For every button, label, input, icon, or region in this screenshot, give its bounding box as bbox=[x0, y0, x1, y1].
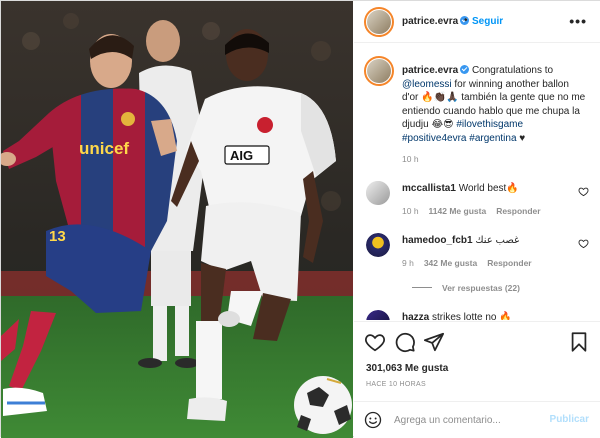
caption-avatar[interactable] bbox=[364, 56, 394, 86]
comment-timestamp[interactable]: 9 h bbox=[402, 258, 414, 268]
comment-heart-icon[interactable] bbox=[578, 238, 589, 249]
hashtag-link[interactable]: #ilovethisgame bbox=[456, 119, 523, 130]
reply-button[interactable]: Responder bbox=[496, 206, 540, 216]
barca-sponsor-text: unicef bbox=[79, 139, 129, 158]
comment-username[interactable]: mccallista1 bbox=[402, 183, 456, 194]
caption-username[interactable]: patrice.evra bbox=[402, 65, 458, 76]
comment-avatar[interactable] bbox=[366, 233, 390, 257]
author-avatar[interactable] bbox=[364, 7, 394, 37]
comments-list[interactable]: patrice.evra Congratulations to @leomess… bbox=[354, 44, 600, 320]
comment-bubble-icon[interactable] bbox=[394, 331, 416, 353]
publish-button[interactable]: Publicar bbox=[550, 414, 589, 425]
comment-avatar[interactable] bbox=[366, 181, 390, 205]
reply-button[interactable]: Responder bbox=[487, 258, 531, 268]
comment-meta: 9 h 342 Me gusta Responder bbox=[402, 258, 542, 268]
posted-time[interactable]: HACE 10 HORAS bbox=[366, 381, 426, 388]
post-sidebar: patrice.evra • Seguir ••• patrice.evra C… bbox=[354, 1, 600, 438]
post-caption: patrice.evra Congratulations to @leomess… bbox=[402, 64, 588, 145]
smiley-icon[interactable] bbox=[364, 411, 382, 429]
comment-timestamp[interactable]: 10 h bbox=[402, 206, 419, 216]
caption-text-1: Congratulations to bbox=[471, 65, 554, 76]
hashtag-link[interactable]: #argentina bbox=[469, 133, 516, 144]
united-sponsor-text: AIG bbox=[230, 148, 253, 163]
comment-username[interactable]: hamedoo_fcb1 bbox=[402, 235, 473, 246]
caption-timestamp: 10 h bbox=[402, 154, 419, 164]
comment-meta: 10 h 1142 Me gusta Responder bbox=[402, 206, 551, 216]
bookmark-icon[interactable] bbox=[568, 331, 590, 353]
likes-count[interactable]: 301,063 Me gusta bbox=[366, 363, 448, 374]
comment-row: mccallista1 World best🔥 bbox=[402, 183, 519, 194]
comment-row: hamedoo_fcb1 غصب عنك bbox=[402, 235, 519, 246]
post-actions bbox=[354, 321, 600, 361]
comment-likes[interactable]: 342 Me gusta bbox=[424, 258, 477, 268]
add-comment-input[interactable] bbox=[394, 411, 544, 429]
add-comment-bar: Publicar bbox=[354, 401, 600, 438]
paper-plane-icon[interactable] bbox=[423, 331, 445, 353]
comment-username[interactable]: hazza bbox=[402, 312, 429, 320]
post-photo[interactable]: unicef 13 AIG bbox=[1, 1, 353, 438]
comment-avatar[interactable] bbox=[366, 310, 390, 320]
caption-text-3: ♥ bbox=[516, 132, 526, 144]
hashtag-link[interactable]: #positive4evra bbox=[402, 133, 466, 144]
verified-badge-icon bbox=[460, 65, 470, 74]
instagram-post: unicef 13 AIG patrice.evra • Seguir ••• … bbox=[0, 0, 600, 438]
heart-icon[interactable] bbox=[364, 331, 386, 353]
comment-heart-icon[interactable] bbox=[578, 186, 589, 197]
comment-likes[interactable]: 1142 Me gusta bbox=[429, 206, 487, 216]
author-username[interactable]: patrice.evra bbox=[402, 16, 470, 27]
follow-button[interactable]: Seguir bbox=[472, 16, 503, 27]
football-match-photo: unicef 13 AIG bbox=[1, 1, 353, 438]
barca-number-text: 13 bbox=[49, 228, 66, 245]
view-replies-button[interactable]: Ver respuestas (22) bbox=[412, 283, 520, 293]
caption-mention-link[interactable]: @leomessi bbox=[402, 79, 452, 90]
comment-text: غصب عنك bbox=[475, 235, 520, 246]
comment-row: hazza strikes lotte no 🔥 bbox=[402, 312, 512, 320]
post-header: patrice.evra • Seguir ••• bbox=[354, 1, 600, 43]
more-options-icon[interactable]: ••• bbox=[569, 13, 587, 29]
separator-dot: • bbox=[464, 15, 468, 26]
comment-text: strikes lotte no 🔥 bbox=[432, 312, 512, 320]
comment-text: World best🔥 bbox=[458, 183, 519, 194]
author-username-text[interactable]: patrice.evra bbox=[402, 16, 458, 27]
